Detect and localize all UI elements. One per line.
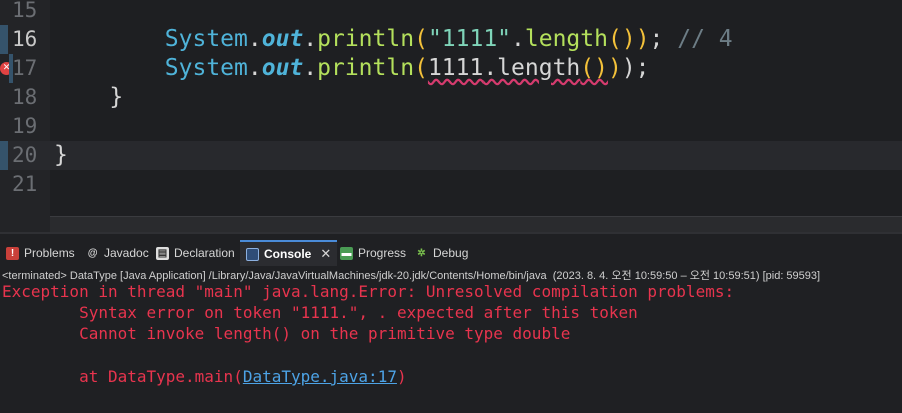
tab-label: Problems [24,246,75,260]
panel-tabs: ! Problems @ Javadoc ▤ Declaration Conso… [0,240,902,266]
tab-label: Debug [433,246,469,260]
line-number: 18 [12,85,38,109]
code-line-15[interactable]: 15 [0,0,902,25]
declaration-icon: ▤ [156,246,169,260]
tab-label: Console [264,247,312,261]
stack-frame: at DataType.main( [2,367,243,386]
code-line-20[interactable]: 20 } [0,141,902,170]
tab-problems[interactable]: ! Problems [0,240,81,266]
line-marker [0,25,8,54]
method-token: length [524,26,608,52]
field-token: out [261,26,304,52]
console-line: Syntax error on token "1111.", . expecte… [2,303,638,322]
line-number: 21 [12,172,38,196]
code-line-18[interactable]: 18 } [0,83,902,112]
line-number: 15 [12,0,38,22]
code-comment: // 4 [663,26,733,52]
code-line-16[interactable]: 16 System.out.println("1111".length()); … [0,25,902,54]
string-literal: "1111" [427,26,512,52]
tab-label: Progress [358,246,407,260]
line-marker [0,141,8,170]
method-token: println [317,55,415,81]
tab-javadoc[interactable]: @ Javadoc [80,240,155,266]
code-line-19[interactable]: 19 [0,112,902,141]
bottom-panel: ! Problems @ Javadoc ▤ Declaration Conso… [0,232,902,413]
problems-icon: ! [6,246,19,260]
tab-declaration[interactable]: ▤ Declaration [150,240,241,266]
code-text: } [54,84,124,110]
code-text: System.out.println("1111".length()); // … [164,26,733,52]
horizontal-scrollbar[interactable] [50,216,902,233]
stack-trace-link[interactable]: DataType.java:17 [243,367,397,386]
console-icon [246,247,259,261]
code-editor[interactable]: 15 16 System.out.println("1111".length()… [0,0,902,233]
stack-frame-end: ) [396,367,407,386]
progress-icon: ▬ [340,246,353,260]
code-line-17[interactable]: ✕ 17 System.out.println(1111.length())); [0,54,902,83]
debug-icon: ✲ [417,247,426,259]
console-line: at DataType.main(DataType.java:17) [2,367,407,387]
method-token: println [317,26,415,52]
tab-label: Declaration [174,246,235,260]
number-literal: 1111 [427,55,484,81]
tab-progress[interactable]: ▬ Progress [334,240,412,266]
tab-debug[interactable]: ✲ Debug [409,240,474,266]
error-squiggle[interactable]: 1111.length() [428,55,608,81]
code-text: System.out.println(1111.length())); [164,55,650,81]
close-icon[interactable]: ✕ [320,242,331,266]
javadoc-icon: @ [87,247,98,259]
console-line: Cannot invoke length() on the primitive … [2,324,571,343]
console-status: <terminated> DataType [Java Application]… [2,270,821,282]
tab-label: Javadoc [104,246,149,260]
method-token: .length [483,55,581,81]
tab-console[interactable]: Console ✕ [240,240,338,266]
line-number: 16 [12,27,38,51]
console-line: Exception in thread "main" java.lang.Err… [2,282,744,301]
line-number: 20 [12,143,38,167]
class-token: System [164,26,248,52]
code-line-21[interactable]: 21 [0,170,902,199]
class-token: System [164,55,248,81]
line-number: 19 [12,114,38,138]
field-token: out [261,55,304,81]
line-number: 17 [12,56,38,80]
code-text: } [54,142,68,168]
